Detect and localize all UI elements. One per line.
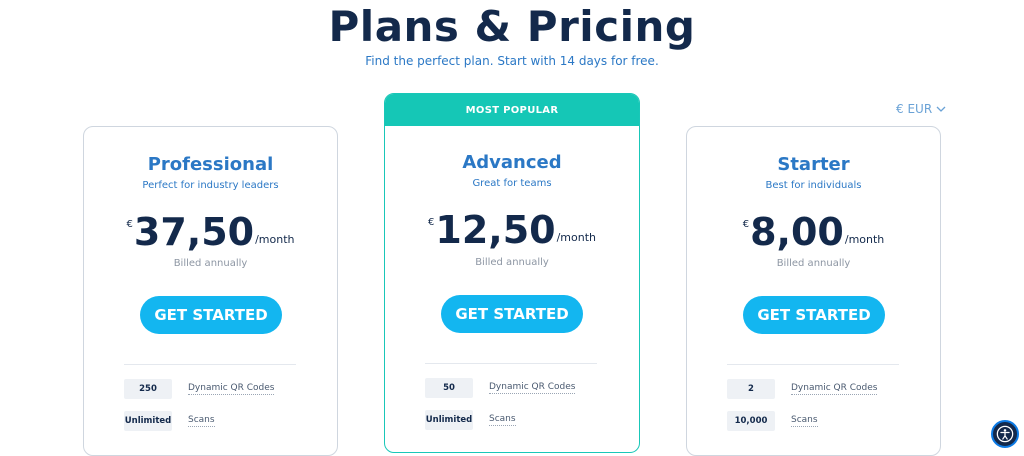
price-period: /month bbox=[255, 233, 295, 246]
plan-price: € 12,50 /month bbox=[385, 211, 639, 249]
plan-description: Best for individuals bbox=[765, 180, 862, 191]
feature-row: 10,000 Scans bbox=[727, 411, 818, 431]
plan-card-advanced: MOST POPULAR Advanced Great for teams € … bbox=[384, 93, 640, 453]
feature-row: Unlimited Scans bbox=[124, 411, 215, 431]
plan-name: Advanced bbox=[462, 152, 562, 173]
get-started-button[interactable]: GET STARTED bbox=[441, 295, 583, 333]
price-amount: 37,50 bbox=[133, 210, 255, 254]
price-period: /month bbox=[556, 231, 596, 244]
plan-price: € 8,00 /month bbox=[687, 213, 940, 251]
price-amount: 8,00 bbox=[750, 210, 844, 254]
plan-name: Starter bbox=[777, 154, 850, 175]
plan-card-professional: Professional Perfect for industry leader… bbox=[83, 126, 338, 456]
billing-note: Billed annually bbox=[475, 257, 549, 268]
accessibility-button[interactable] bbox=[991, 420, 1019, 448]
plan-description: Great for teams bbox=[472, 178, 552, 189]
get-started-button[interactable]: GET STARTED bbox=[140, 296, 282, 334]
billing-note: Billed annually bbox=[173, 258, 248, 269]
feature-label[interactable]: Scans bbox=[188, 415, 215, 427]
feature-label[interactable]: Dynamic QR Codes bbox=[188, 383, 275, 395]
divider bbox=[727, 364, 899, 365]
feature-value: 50 bbox=[425, 378, 473, 398]
feature-label[interactable]: Scans bbox=[489, 414, 516, 426]
feature-row: 250 Dynamic QR Codes bbox=[124, 379, 275, 399]
feature-label[interactable]: Scans bbox=[791, 415, 818, 427]
currency-selector[interactable]: € EUR bbox=[896, 102, 946, 116]
plan-description: Perfect for industry leaders bbox=[142, 180, 279, 191]
accessibility-icon bbox=[996, 425, 1014, 443]
get-started-button[interactable]: GET STARTED bbox=[743, 296, 885, 334]
feature-value: 10,000 bbox=[727, 411, 775, 431]
divider bbox=[425, 363, 597, 364]
feature-row: 50 Dynamic QR Codes bbox=[425, 378, 576, 398]
currency-symbol: € bbox=[742, 219, 750, 230]
most-popular-badge: MOST POPULAR bbox=[385, 94, 639, 126]
plan-card-starter: Starter Best for individuals € 8,00 /mon… bbox=[686, 126, 941, 456]
feature-value: 250 bbox=[124, 379, 172, 399]
feature-label[interactable]: Dynamic QR Codes bbox=[489, 382, 576, 394]
feature-label[interactable]: Dynamic QR Codes bbox=[791, 383, 878, 395]
page-subtitle: Find the perfect plan. Start with 14 day… bbox=[365, 54, 659, 68]
feature-row: 2 Dynamic QR Codes bbox=[727, 379, 878, 399]
currency-label: € EUR bbox=[896, 102, 933, 116]
price-period: /month bbox=[844, 233, 885, 246]
feature-value: Unlimited bbox=[124, 411, 172, 431]
feature-value: 2 bbox=[727, 379, 775, 399]
price-amount: 12,50 bbox=[435, 208, 556, 252]
plan-name: Professional bbox=[147, 154, 274, 175]
divider bbox=[124, 364, 296, 365]
chevron-down-icon bbox=[936, 106, 946, 112]
billing-note: Billed annually bbox=[776, 258, 851, 269]
currency-symbol: € bbox=[126, 219, 133, 230]
feature-row: Unlimited Scans bbox=[425, 410, 516, 430]
page-title: Plans & Pricing bbox=[328, 2, 696, 51]
feature-value: Unlimited bbox=[425, 410, 473, 430]
currency-symbol: € bbox=[428, 217, 435, 228]
plan-price: € 37,50 /month bbox=[84, 213, 337, 251]
